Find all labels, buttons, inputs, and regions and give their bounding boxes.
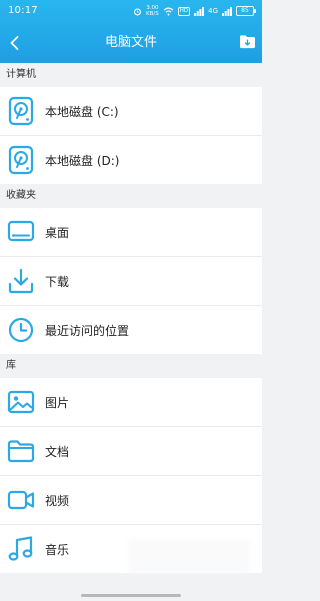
status-icons: 3.00 KB/S HD 4G 85 — [133, 5, 256, 17]
app-header: 10:17 3.00 KB/S HD 4G 85 电脑文件 — [0, 0, 262, 63]
list-item-label: 视频 — [45, 493, 70, 508]
list-item-downloads[interactable]: 下载 — [0, 257, 262, 306]
hd-badge: HD — [177, 6, 191, 16]
download-icon — [6, 266, 36, 296]
list-item-label: 桌面 — [45, 225, 70, 240]
folder-action-button[interactable] — [236, 30, 258, 52]
signal-label: 4G — [208, 7, 218, 15]
page-title: 电脑文件 — [104, 35, 157, 50]
hard-drive-icon — [6, 145, 36, 175]
status-bar: 10:17 3.00 KB/S HD 4G 85 — [0, 0, 262, 22]
list-item-desktop[interactable]: 桌面 — [0, 208, 262, 257]
signal-icon — [194, 6, 205, 16]
list-item-videos[interactable]: 视频 — [0, 476, 262, 525]
list-item-label: 图片 — [45, 395, 70, 410]
hard-drive-icon — [6, 96, 36, 126]
list-item-label: 本地磁盘 (C:) — [45, 104, 119, 119]
list-item-label: 下载 — [45, 274, 70, 289]
list-item-label: 文档 — [45, 444, 70, 459]
wifi-icon — [163, 7, 174, 15]
desktop-icon — [6, 217, 36, 247]
image-icon — [6, 387, 36, 417]
title-bar: 电脑文件 — [0, 22, 262, 63]
list-item-documents[interactable]: 文档 — [0, 427, 262, 476]
folder-icon — [6, 436, 36, 466]
home-indicator[interactable] — [81, 594, 181, 597]
section-header-favorites: 收藏夹 — [0, 184, 262, 208]
blurred-region — [128, 540, 250, 573]
battery-indicator: 85 — [236, 6, 256, 16]
list-item-label: 本地磁盘 (D:) — [45, 153, 120, 168]
video-icon — [6, 485, 36, 515]
list-item-recent[interactable]: 最近访问的位置 — [0, 306, 262, 354]
list-item-label: 音乐 — [45, 542, 70, 557]
section-header-library: 库 — [0, 354, 262, 378]
list-item-pictures[interactable]: 图片 — [0, 378, 262, 427]
folder-download-icon — [239, 34, 255, 48]
music-icon — [6, 534, 36, 564]
list-item-drive-d[interactable]: 本地磁盘 (D:) — [0, 136, 262, 184]
list-item-label: 最近访问的位置 — [45, 323, 130, 338]
list-item-drive-c[interactable]: 本地磁盘 (C:) — [0, 87, 262, 136]
alarm-icon — [133, 7, 142, 15]
status-time: 10:17 — [8, 5, 38, 16]
signal-icon-2 — [222, 6, 232, 16]
file-location-list: 计算机 本地磁盘 (C:) 本地磁盘 (D:) 收藏夹 桌面 下载 最近访问的位… — [0, 63, 262, 573]
clock-icon — [6, 315, 36, 345]
net-speed: 3.00 KB/S — [146, 5, 159, 17]
section-header-computer: 计算机 — [0, 63, 262, 87]
